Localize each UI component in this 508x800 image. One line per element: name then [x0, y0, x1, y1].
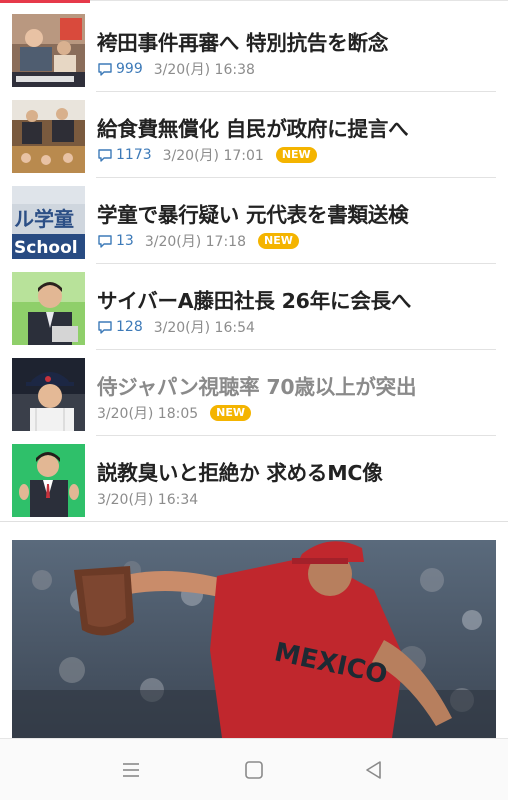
news-item[interactable]: 侍ジャパン視聴率 70歳以上が突出 3/20(月) 18:05 NEW	[0, 350, 508, 436]
timestamp: 3/20(月) 17:18	[144, 234, 246, 250]
timestamp: 3/20(月) 17:01	[162, 148, 264, 164]
comment-icon	[98, 63, 112, 76]
featured-photo-card[interactable]: MEXICO	[0, 528, 508, 738]
menu-icon[interactable]	[119, 758, 143, 782]
divider	[0, 521, 508, 522]
comment-icon	[98, 149, 112, 162]
news-app-screen: 袴田事件再審へ 特別抗告を断念 999 3/20(月) 16:38 給食費無償化…	[0, 0, 508, 800]
news-meta: 1173 3/20(月) 17:01 NEW	[97, 146, 317, 164]
baseball-player-photo	[12, 358, 85, 431]
news-item[interactable]: サイバーA藤田社長 26年に会長へ 128 3/20(月) 16:54	[0, 264, 508, 350]
timestamp: 3/20(月) 16:54	[153, 320, 255, 336]
baseball-pitcher-photo: MEXICO	[12, 540, 496, 738]
news-meta: 128 3/20(月) 16:54	[97, 318, 255, 336]
school-sign-photo: ル学童 School	[12, 186, 85, 259]
svg-text:ル学童: ル学童	[14, 207, 74, 231]
news-item[interactable]: 袴田事件再審へ 特別抗告を断念 999 3/20(月) 16:38	[0, 6, 508, 92]
active-tab-indicator	[0, 0, 90, 3]
news-title: 説教臭いと拒絶か 求めるMC像	[97, 461, 383, 485]
comment-icon	[98, 235, 112, 248]
businessman-portrait-photo	[12, 272, 85, 345]
timestamp: 3/20(月) 18:05	[97, 406, 199, 422]
back-triangle-icon[interactable]	[362, 758, 386, 782]
news-meta: 3/20(月) 16:34	[97, 490, 198, 508]
comment-count: 999	[116, 61, 143, 77]
tv-host-photo	[12, 444, 85, 517]
comment-icon	[98, 321, 112, 334]
news-item[interactable]: 給食費無償化 自民が政府に提言へ 1173 3/20(月) 17:01 NEW	[0, 92, 508, 178]
timestamp: 3/20(月) 16:34	[97, 492, 199, 508]
comment-count: 1173	[116, 147, 152, 163]
home-square-icon[interactable]	[242, 758, 266, 782]
comment-count: 128	[116, 319, 143, 335]
news-item[interactable]: ル学童 School 学童で暴行疑い 元代表を書類送検 13 3/20(月) 1…	[0, 178, 508, 264]
new-badge: NEW	[258, 233, 299, 249]
news-title: サイバーA藤田社長 26年に会長へ	[97, 289, 412, 313]
news-meta: 13 3/20(月) 17:18 NEW	[97, 232, 299, 250]
news-title: 給食費無償化 自民が政府に提言へ	[97, 117, 409, 141]
press-conference-photo	[12, 14, 85, 87]
new-badge: NEW	[210, 405, 252, 421]
svg-text:School: School	[14, 238, 78, 258]
news-meta: 999 3/20(月) 16:38	[97, 60, 255, 78]
news-title: 袴田事件再審へ 特別抗告を断念	[97, 31, 389, 55]
school-lunch-photo	[12, 100, 85, 173]
news-title: 侍ジャパン視聴率 70歳以上が突出	[97, 375, 417, 399]
timestamp: 3/20(月) 16:38	[153, 62, 255, 78]
comment-count: 13	[116, 233, 134, 249]
news-meta: 3/20(月) 18:05 NEW	[97, 404, 252, 422]
news-item[interactable]: 説教臭いと拒絶か 求めるMC像 3/20(月) 16:34	[0, 436, 508, 522]
system-nav-bar	[0, 738, 508, 800]
news-title: 学童で暴行疑い 元代表を書類送検	[97, 203, 409, 227]
new-badge: NEW	[275, 147, 317, 163]
news-list: 袴田事件再審へ 特別抗告を断念 999 3/20(月) 16:38 給食費無償化…	[0, 6, 508, 522]
